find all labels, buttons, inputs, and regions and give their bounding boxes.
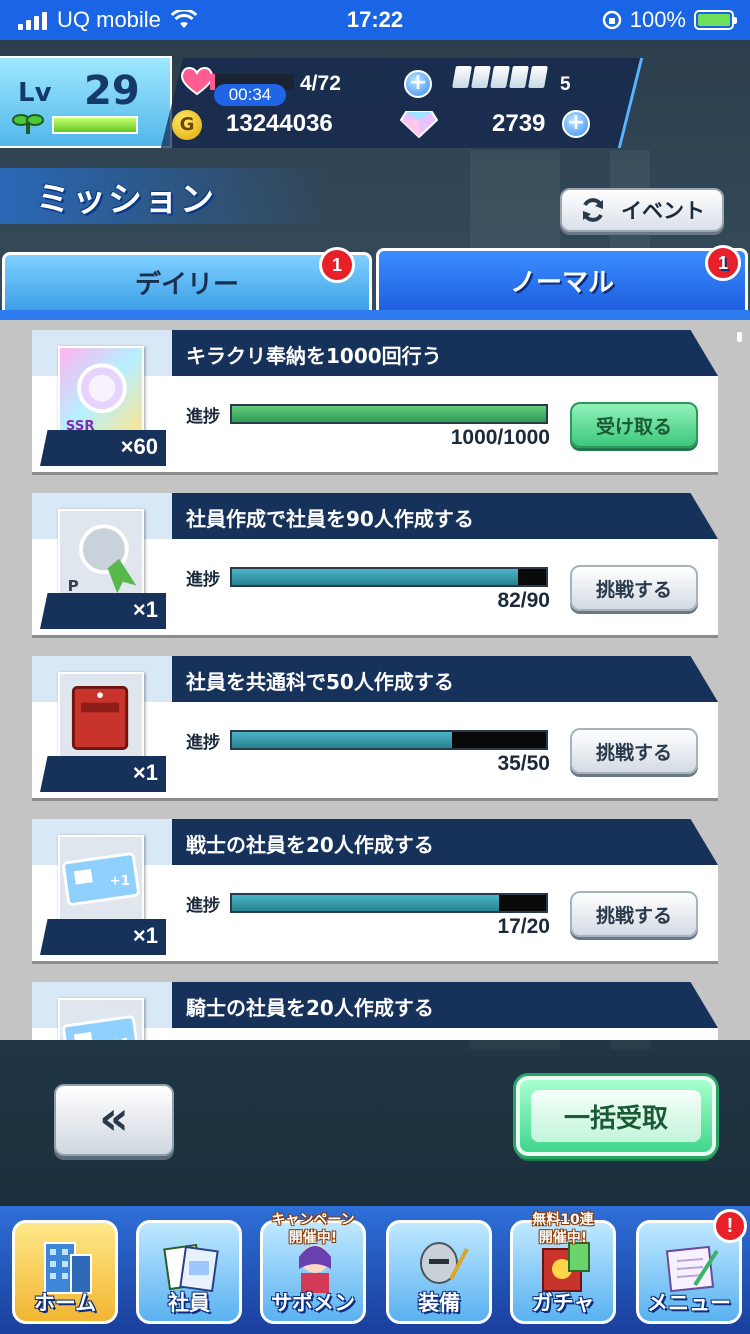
progress-label: 進捗	[186, 407, 220, 427]
mission-item: 戦士の社員を20人作成する +1 ×1 進捗 17/20 挑戦する	[32, 819, 718, 961]
nav-label: サポメン	[271, 1291, 355, 1315]
progress-label: 進捗	[186, 570, 220, 590]
nav-label: 社員	[168, 1291, 210, 1315]
challenge-button[interactable]: 挑戦する	[570, 728, 698, 774]
claim-button[interactable]: 受け取る	[570, 402, 698, 448]
progress-bar	[230, 893, 548, 913]
back-button[interactable]: «	[54, 1084, 174, 1156]
add-stamina-button[interactable]: +	[404, 70, 432, 98]
nav-campaign-tag: 無料10連 開催中!	[532, 1212, 594, 1246]
nav-label: 装備	[418, 1291, 460, 1315]
progress-count: 1000/1000	[450, 426, 550, 449]
tab-daily-label: デイリー	[134, 270, 239, 300]
progress-label: 進捗	[186, 896, 220, 916]
gold-amount: 13244036	[226, 110, 333, 137]
ssr-medal-icon: SSR	[58, 346, 144, 438]
orientation-lock-icon	[602, 10, 621, 30]
progress-count: 82/90	[497, 589, 550, 612]
progress-count: 17/20	[497, 915, 550, 938]
svg-text:+1: +1	[110, 874, 130, 889]
tab-daily[interactable]: デイリー 1	[2, 247, 372, 310]
nav-item-0[interactable]: ホーム	[12, 1220, 118, 1324]
gold-coin-icon: G	[172, 110, 202, 140]
mission-title: 戦士の社員を20人作成する	[186, 833, 434, 857]
nav-item-3[interactable]: 装備	[386, 1220, 492, 1324]
gem-icon	[400, 111, 438, 138]
challenge-button[interactable]: 挑戦する	[570, 565, 698, 611]
svg-text:+1: +1	[110, 1037, 130, 1040]
progress-bar	[230, 567, 548, 587]
challenge-button[interactable]: 挑戦する	[570, 891, 698, 937]
nav-item-4[interactable]: ガチャ 無料10連 開催中!	[510, 1212, 616, 1324]
claim-all-label: 一括受取	[531, 1090, 701, 1142]
progress-label: 進捗	[186, 733, 220, 753]
progress-count: 35/50	[497, 752, 550, 775]
mission-list[interactable]: キラクリ奉納を1000回行う SSR ×60 進捗 1000/1000 受け取る社員作成で…	[0, 310, 750, 1040]
battery-percent: 100%	[629, 7, 686, 32]
nav-item-2[interactable]: サポメン キャンペーン 開催中!	[260, 1212, 366, 1324]
reward-qty: ×1	[132, 597, 158, 622]
level-value: 29	[84, 68, 140, 114]
reward-qty: ×60	[120, 434, 158, 459]
page-title: ミッション	[36, 180, 216, 220]
sprout-icon	[12, 114, 44, 134]
silver-medal-icon: P	[58, 509, 144, 601]
mission-title: キラクリ奉納を1000回行う	[186, 344, 442, 368]
mission-item: キラクリ奉納を1000回行う SSR ×60 進捗 1000/1000 受け取る	[32, 330, 718, 472]
heart-icon	[180, 67, 214, 96]
mission-title: 騎士の社員を20人作成する	[186, 996, 434, 1020]
battery-icon	[694, 10, 737, 30]
add-gems-button[interactable]: +	[562, 110, 590, 138]
ticket-count: 5	[560, 74, 571, 95]
nav-item-5[interactable]: メニュー!	[636, 1209, 747, 1324]
tab-normal-label: ノーマル	[509, 268, 614, 298]
tab-normal[interactable]: ノーマル 1	[376, 245, 748, 310]
progress-bar	[230, 404, 548, 424]
reward-qty: ×1	[132, 760, 158, 785]
ticket-icon: +1	[58, 998, 144, 1040]
scrollbar[interactable]	[737, 332, 742, 342]
gem-amount: 2739	[492, 110, 546, 137]
claim-all-button[interactable]: 一括受取	[516, 1076, 716, 1156]
stamina-timer: 00:34	[214, 84, 286, 106]
mission-item: 騎士の社員を20人作成する +1	[32, 982, 718, 1040]
red-book-icon	[58, 672, 144, 764]
stamina-count: 4/72	[300, 72, 341, 95]
mission-title: 社員を共通科で50人作成する	[186, 670, 454, 694]
nav-item-1[interactable]: 社員	[136, 1220, 242, 1324]
nav-campaign-tag: キャンペーン 開催中!	[271, 1212, 355, 1246]
refresh-icon	[583, 198, 603, 222]
event-button[interactable]: イベント	[560, 188, 724, 232]
player-level-panel[interactable]: Lv 29	[0, 56, 172, 148]
ticket-icon	[452, 66, 548, 88]
nav-label: メニュー	[647, 1291, 731, 1315]
mission-item: 社員作成で社員を90人作成する P ×1 進捗 82/90 挑戦する	[32, 493, 718, 635]
tab-daily-badge: 1	[319, 247, 355, 283]
reward-qty: ×1	[132, 923, 158, 948]
status-bar: UQ mobile 17:22 100%	[0, 0, 750, 40]
reward-qty-band: ×1	[40, 756, 166, 792]
level-label: Lv	[18, 78, 52, 108]
progress-bar	[230, 730, 548, 750]
nav-label: ガチャ	[531, 1291, 595, 1315]
tab-normal-badge: 1	[705, 245, 741, 281]
reward-qty-band: ×1	[40, 919, 166, 955]
reward-qty-band: ×1	[40, 593, 166, 629]
mission-title: 社員作成で社員を90人作成する	[186, 507, 474, 531]
exp-bar	[52, 116, 138, 134]
svg-text:P: P	[68, 577, 79, 595]
reward-qty-band: ×60	[40, 430, 166, 466]
nav-alert-badge: !	[713, 1209, 747, 1243]
ticket-icon: +1	[58, 835, 144, 927]
mission-item: 社員を共通科で50人作成する ×1 進捗 35/50 挑戦する	[32, 656, 718, 798]
bottom-nav: ホーム 社員 サポメン キャンペーン 開催中! 装備 ガチャ 無料10連 開催中! メニュー!	[0, 1206, 750, 1334]
nav-label: ホーム	[33, 1291, 97, 1315]
event-button-label: イベント	[621, 199, 705, 223]
